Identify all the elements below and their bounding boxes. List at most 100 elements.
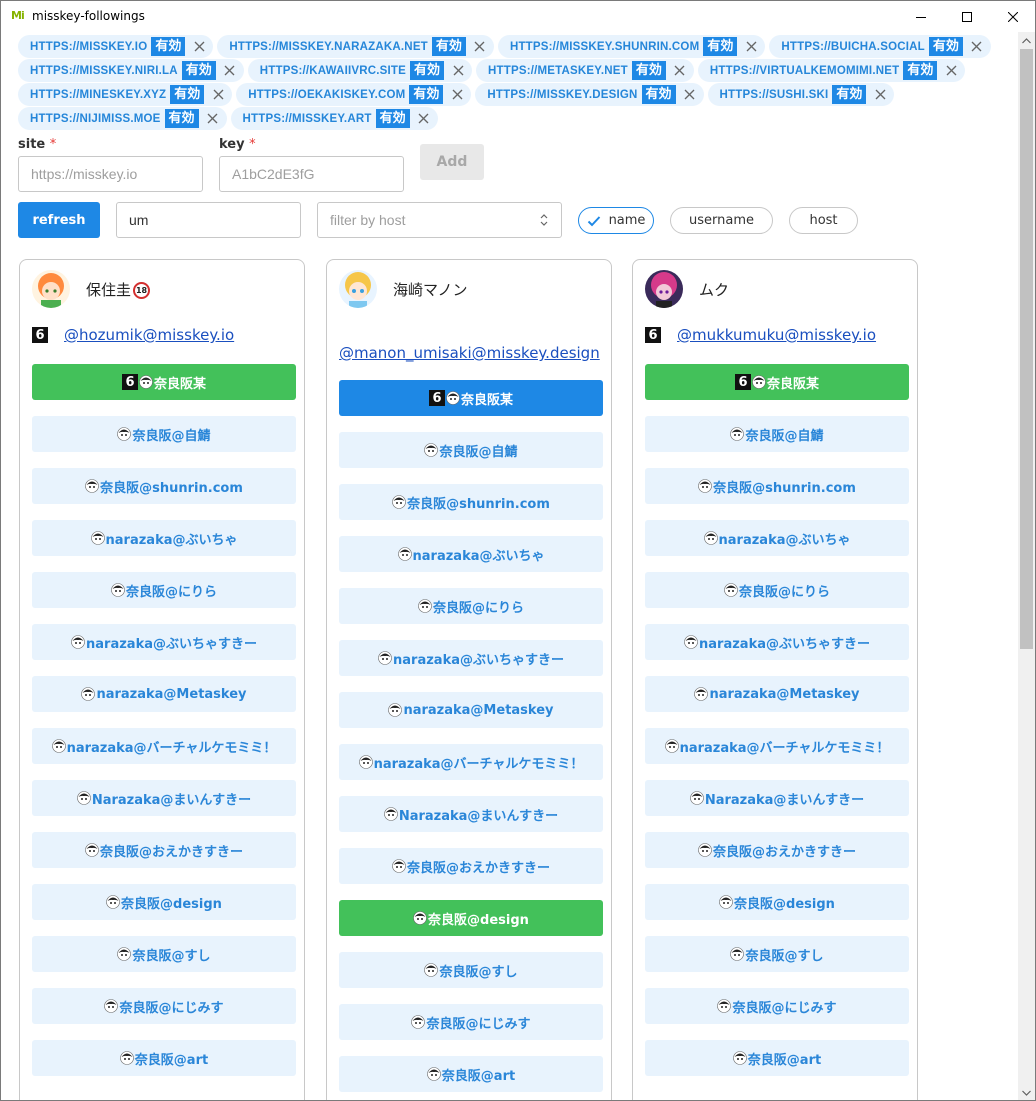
account-switch-button[interactable]: 奈良阪@にりら bbox=[339, 588, 603, 624]
account-switch-button[interactable]: 奈良阪@すし bbox=[645, 936, 909, 972]
account-switch-button[interactable]: 奈良阪@にりら bbox=[645, 572, 909, 608]
remove-host-button[interactable] bbox=[191, 39, 207, 55]
account-switch-button[interactable]: 6 奈良阪某 bbox=[339, 380, 603, 416]
remove-host-button[interactable] bbox=[872, 87, 888, 103]
remove-host-button[interactable] bbox=[682, 87, 698, 103]
account-switch-button[interactable]: 奈良阪@shunrin.com bbox=[339, 484, 603, 520]
account-switch-button[interactable]: 奈良阪@にじみす bbox=[32, 988, 296, 1024]
remove-host-button[interactable] bbox=[450, 63, 466, 79]
account-switch-button[interactable]: 奈良阪@にりら bbox=[32, 572, 296, 608]
status-badge: 有効 bbox=[903, 61, 938, 80]
minimize-button[interactable] bbox=[898, 1, 944, 32]
account-switch-button[interactable]: narazaka@Metaskey bbox=[339, 692, 603, 728]
avatar bbox=[645, 270, 683, 308]
account-switch-button[interactable]: 奈良阪@shunrin.com bbox=[32, 468, 296, 504]
account-switch-button[interactable]: 奈良阪@おえかきすきー bbox=[32, 832, 296, 868]
toggle-username[interactable]: username bbox=[670, 207, 773, 234]
account-row: 6 @hozumik@misskey.io bbox=[32, 326, 234, 344]
vertical-scrollbar[interactable] bbox=[1018, 32, 1035, 1100]
account-switch-button[interactable]: 奈良阪@おえかきすきー bbox=[645, 832, 909, 868]
account-switch-button[interactable]: 奈良阪@shunrin.com bbox=[645, 468, 909, 504]
avatar-icon bbox=[418, 599, 432, 613]
search-input[interactable]: um bbox=[116, 202, 301, 238]
remove-host-button[interactable] bbox=[210, 87, 226, 103]
toggle-host[interactable]: host bbox=[789, 207, 858, 234]
account-switch-button[interactable]: 6 奈良阪某 bbox=[645, 364, 909, 400]
account-switch-button[interactable]: 奈良阪@自鯖 bbox=[32, 416, 296, 452]
account-switch-button[interactable]: narazaka@ぶいちゃ bbox=[32, 520, 296, 556]
account-switch-label: 奈良阪@自鯖 bbox=[439, 444, 518, 460]
close-icon bbox=[946, 65, 957, 76]
remove-host-button[interactable] bbox=[205, 111, 221, 127]
refresh-button[interactable]: refresh bbox=[18, 202, 100, 238]
account-switch-button[interactable]: 奈良阪@自鯖 bbox=[645, 416, 909, 452]
account-switch-button[interactable]: narazaka@ぶいちゃ bbox=[339, 536, 603, 572]
avatar-icon bbox=[411, 1015, 426, 1029]
account-switch-button[interactable]: 奈良阪@にじみす bbox=[645, 988, 909, 1024]
status-badge: 有効 bbox=[375, 109, 410, 128]
host-filter-select[interactable]: filter by host bbox=[317, 202, 562, 238]
account-switch-button[interactable]: 奈良阪@すし bbox=[339, 952, 603, 988]
host-url: HTTPS://KAWAIIVRC.SITE bbox=[259, 64, 406, 77]
avatar-icon bbox=[698, 843, 712, 857]
account-switch-button[interactable]: 奈良阪@art bbox=[339, 1056, 603, 1092]
account-switch-label: 奈良阪@おえかきすきー bbox=[99, 844, 243, 860]
site-input[interactable]: https://misskey.io bbox=[18, 156, 203, 192]
remove-host-button[interactable] bbox=[969, 39, 985, 55]
status-badge: 有効 bbox=[151, 37, 186, 56]
account-switch-button[interactable]: narazaka@バーチャルケモミミ！ bbox=[339, 744, 603, 780]
account-switch-button[interactable]: Narazaka@まいんすきー bbox=[645, 780, 909, 816]
remove-host-button[interactable] bbox=[743, 39, 759, 55]
remove-host-button[interactable] bbox=[416, 111, 432, 127]
account-switch-button[interactable]: narazaka@ぶいちゃすきー bbox=[645, 624, 909, 660]
close-window-button[interactable] bbox=[990, 1, 1035, 32]
title-bar[interactable]: Mi misskey-followings bbox=[1, 1, 1035, 32]
account-link[interactable]: @hozumik@misskey.io bbox=[64, 326, 234, 344]
account-switch-button[interactable]: Narazaka@まいんすきー bbox=[32, 780, 296, 816]
key-input[interactable]: A1bC2dE3fG bbox=[219, 156, 404, 192]
account-switch-button[interactable]: 奈良阪@すし bbox=[32, 936, 296, 972]
add-button[interactable]: Add bbox=[420, 144, 484, 180]
account-switch-button[interactable]: 奈良阪@自鯖 bbox=[339, 432, 603, 468]
account-switch-button[interactable]: Narazaka@まいんすきー bbox=[339, 796, 603, 832]
remove-host-button[interactable] bbox=[472, 39, 488, 55]
account-switch-label: narazaka@バーチャルケモミミ！ bbox=[679, 740, 890, 756]
account-switch-label: 奈良阪@shunrin.com bbox=[407, 496, 550, 512]
account-switch-button[interactable]: 奈良阪@design bbox=[339, 900, 603, 936]
account-switch-button[interactable]: narazaka@ぶいちゃすきー bbox=[32, 624, 296, 660]
account-switch-button[interactable]: 奈良阪@design bbox=[645, 884, 909, 920]
account-switch-label: Narazaka@まいんすきー bbox=[704, 792, 865, 808]
account-switch-label: 奈良阪@すし bbox=[745, 948, 824, 964]
account-switch-button[interactable]: 奈良阪@にじみす bbox=[339, 1004, 603, 1040]
window-title: misskey-followings bbox=[32, 9, 145, 23]
close-icon bbox=[453, 65, 463, 76]
account-switch-button[interactable]: 6 奈良阪某 bbox=[32, 364, 296, 400]
avatar-icon bbox=[397, 547, 412, 561]
account-switch-button[interactable]: narazaka@ぶいちゃすきー bbox=[339, 640, 603, 676]
avatar-icon bbox=[684, 635, 698, 649]
remove-host-button[interactable] bbox=[222, 63, 238, 79]
toggle-name[interactable]: name bbox=[578, 207, 654, 234]
avatar-icon bbox=[730, 947, 745, 961]
account-switch-button[interactable]: 奈良阪@おえかきすきー bbox=[339, 848, 603, 884]
account-switch-button[interactable]: 奈良阪@art bbox=[645, 1040, 909, 1076]
account-switch-label: 奈良阪某 bbox=[766, 376, 819, 392]
account-link[interactable]: @manon_umisaki@misskey.design bbox=[339, 344, 600, 362]
maximize-button[interactable] bbox=[944, 1, 990, 32]
account-switch-button[interactable]: narazaka@バーチャルケモミミ！ bbox=[645, 728, 909, 764]
account-switch-button[interactable]: narazaka@ぶいちゃ bbox=[645, 520, 909, 556]
remove-host-button[interactable] bbox=[672, 63, 688, 79]
host-chip: HTTPS://VIRTUALKEMOMIMI.NET 有効 bbox=[697, 59, 966, 82]
account-switch-button[interactable]: narazaka@Metaskey bbox=[645, 676, 909, 712]
remove-host-button[interactable] bbox=[449, 87, 465, 103]
avatar-icon bbox=[358, 755, 373, 769]
account-switch-button[interactable]: narazaka@Metaskey bbox=[32, 676, 296, 712]
remove-host-button[interactable] bbox=[943, 63, 959, 79]
account-link[interactable]: @mukkumuku@misskey.io bbox=[677, 326, 876, 344]
account-switch-button[interactable]: 奈良阪@art bbox=[32, 1040, 296, 1076]
scroll-down-button[interactable] bbox=[1018, 1084, 1035, 1100]
account-switch-button[interactable]: narazaka@バーチャルケモミミ！ bbox=[32, 728, 296, 764]
account-switch-button[interactable]: 奈良阪@design bbox=[32, 884, 296, 920]
scroll-up-button[interactable] bbox=[1018, 32, 1035, 49]
scroll-thumb[interactable] bbox=[1020, 49, 1033, 649]
